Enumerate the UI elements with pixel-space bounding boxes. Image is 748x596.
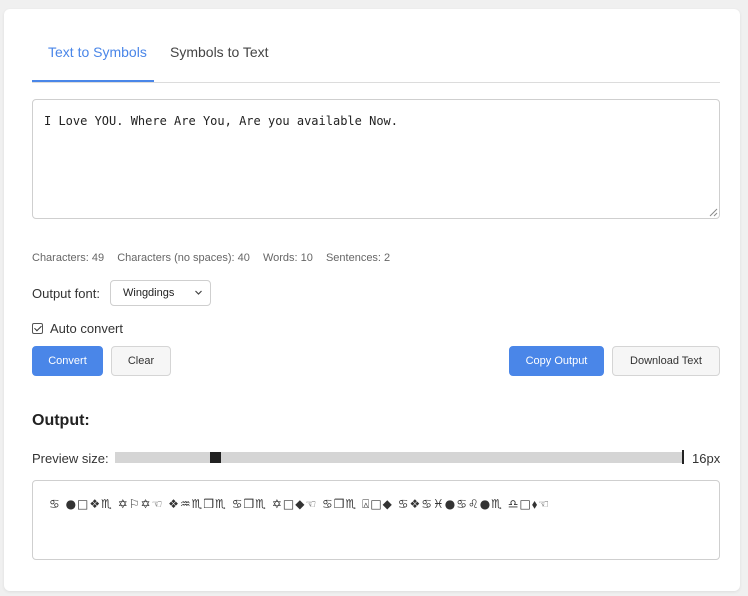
convert-button[interactable]: Convert	[32, 346, 103, 376]
slider-thumb[interactable]	[210, 452, 221, 463]
output-preview: ♋ ●□❖♏ ✡⚐✡☜ ❖♒♏❒♏ ♋❒♏ ✡□◆☜ ♋❒♏ ⍓□◆ ♋❖♋♓●…	[32, 480, 720, 560]
clear-button[interactable]: Clear	[111, 346, 171, 376]
auto-convert-label: Auto convert	[50, 321, 123, 336]
preview-size-slider[interactable]	[115, 452, 684, 463]
text-input[interactable]	[32, 99, 720, 219]
slider-end-marker	[682, 450, 684, 464]
output-font-label: Output font:	[32, 286, 100, 301]
stat-characters-no-spaces: Characters (no spaces): 40	[117, 252, 250, 264]
download-text-button[interactable]: Download Text	[612, 346, 720, 376]
tab-text-to-symbols[interactable]: Text to Symbols	[48, 43, 147, 83]
output-font-select[interactable]: Wingdings	[110, 280, 211, 306]
tab-bar: Text to Symbols Symbols to Text	[32, 9, 720, 83]
preview-size-value: 16px	[692, 451, 721, 466]
output-font-selected: Wingdings	[123, 287, 175, 299]
copy-output-button[interactable]: Copy Output	[509, 346, 604, 376]
stat-sentences: Sentences: 2	[325, 252, 391, 264]
tab-symbols-to-text[interactable]: Symbols to Text	[170, 43, 269, 83]
text-stats: Characters: 49 Characters (no spaces): 4…	[32, 252, 400, 266]
chevron-down-icon	[195, 290, 202, 295]
stat-words: Words: 10	[262, 252, 313, 264]
output-heading: Output:	[32, 412, 90, 429]
preview-size-label: Preview size:	[32, 451, 109, 466]
active-tab-indicator	[32, 80, 154, 82]
stat-characters: Characters: 49	[32, 252, 105, 264]
converter-card: Text to Symbols Symbols to Text Characte…	[4, 9, 740, 591]
resize-grip-icon[interactable]	[709, 208, 718, 217]
auto-convert-checkbox[interactable]	[32, 323, 43, 334]
